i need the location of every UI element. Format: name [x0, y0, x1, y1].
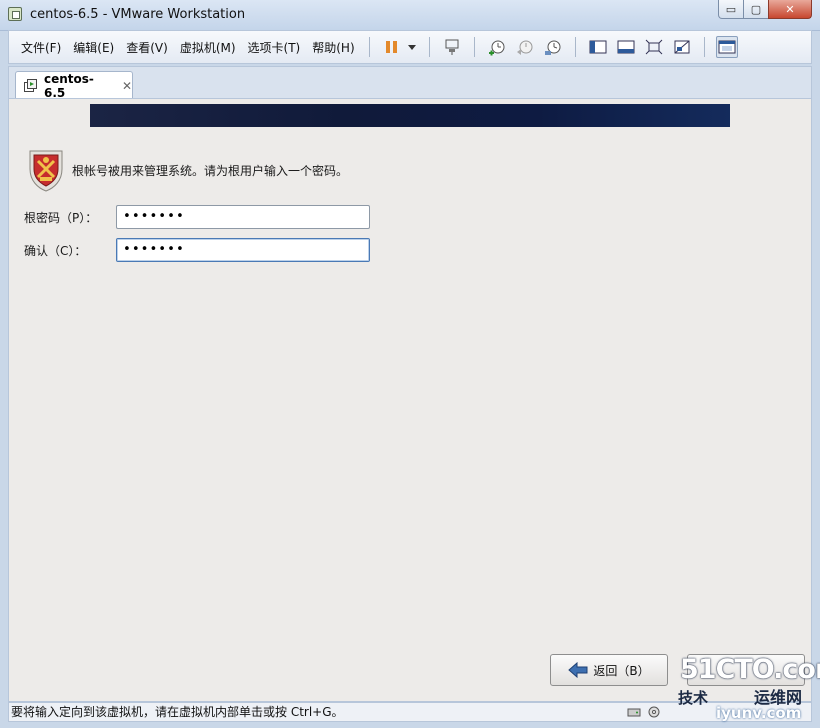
vm-tabstrip: centos-6.5 ✕: [8, 66, 812, 100]
confirm-password-label: 确认（C）：: [24, 244, 87, 258]
sidebar-toggle-icon[interactable]: [587, 36, 609, 58]
menu-help[interactable]: 帮助(H): [306, 39, 360, 56]
toolbar-separator: [428, 37, 430, 57]
snapshot-take-icon[interactable]: [486, 36, 508, 58]
root-password-label: 根密码（P）：: [24, 211, 98, 225]
minimize-icon: ▭: [725, 2, 737, 16]
watermark-main-text: 51CTO.com: [680, 654, 820, 685]
watermark-url: iyunv.com: [716, 704, 802, 722]
menu-file[interactable]: 文件(F): [15, 39, 67, 56]
watermark-logo: 51CTO.com 技术 运维网 iyunv.com: [676, 654, 820, 724]
root-password-input[interactable]: •••••••: [116, 205, 370, 229]
toolbar-separator: [473, 37, 475, 57]
back-arrow-icon: [568, 662, 588, 678]
dropdown-arrow-icon[interactable]: [406, 36, 418, 58]
cd-drive-icon[interactable]: [647, 705, 661, 718]
unity-icon[interactable]: [671, 36, 693, 58]
snapshot-revert-icon[interactable]: [514, 36, 536, 58]
window-title: centos-6.5 - VMware Workstation: [30, 7, 246, 22]
watermark-sub-text: 技术: [678, 689, 709, 707]
console-view-icon[interactable]: [615, 36, 637, 58]
installer-banner: [90, 104, 730, 127]
vm-tab-icon: [24, 78, 38, 93]
toolbar-separator: [368, 37, 370, 57]
status-text: 要将输入定向到该虚拟机，请在虚拟机内部单击或按 Ctrl+G。: [11, 705, 344, 719]
menu-vm[interactable]: 虚拟机(M): [174, 39, 242, 56]
back-button[interactable]: 返回（B）: [550, 654, 668, 686]
menu-tabs[interactable]: 选项卡(T): [242, 39, 307, 56]
thumbnail-view-icon[interactable]: [715, 36, 738, 58]
tab-centos[interactable]: centos-6.5 ✕: [15, 71, 133, 100]
tab-label: centos-6.5: [44, 71, 94, 100]
minimize-button[interactable]: ▭: [718, 0, 744, 19]
vm-display[interactable]: 根帐号被用来管理系统。请为根用户输入一个密码。 根密码（P）： ••••••• …: [8, 98, 812, 702]
send-ctrl-alt-del-icon[interactable]: [441, 36, 463, 58]
back-button-label: 返回（B）: [593, 663, 650, 678]
window-controls: ▭ ▢ ✕: [718, 0, 812, 19]
maximize-icon: ▢: [750, 2, 762, 16]
snapshot-manager-icon[interactable]: [542, 36, 564, 58]
tab-close-icon[interactable]: ✕: [122, 79, 132, 93]
confirm-password-input[interactable]: •••••••: [116, 238, 370, 262]
root-password-prompt: 根帐号被用来管理系统。请为根用户输入一个密码。: [72, 164, 349, 178]
root-account-shield-icon: [26, 147, 66, 196]
device-status-icons: [621, 705, 661, 718]
fullscreen-icon[interactable]: [643, 36, 665, 58]
hard-disk-icon[interactable]: [627, 705, 641, 717]
vmware-app-icon: [8, 7, 22, 21]
menu-toolbar: 文件(F) 编辑(E) 查看(V) 虚拟机(M) 选项卡(T) 帮助(H): [8, 30, 812, 64]
window-titlebar[interactable]: centos-6.5 - VMware Workstation ▭ ▢ ✕: [0, 0, 820, 31]
close-icon: ✕: [785, 2, 795, 16]
toolbar-separator: [574, 37, 576, 57]
pause-icon[interactable]: [381, 36, 403, 58]
toolbar-separator: [703, 37, 705, 57]
menu-view[interactable]: 查看(V): [120, 39, 174, 56]
maximize-button[interactable]: ▢: [743, 0, 769, 19]
menu-edit[interactable]: 编辑(E): [67, 39, 120, 56]
close-button[interactable]: ✕: [768, 0, 812, 19]
